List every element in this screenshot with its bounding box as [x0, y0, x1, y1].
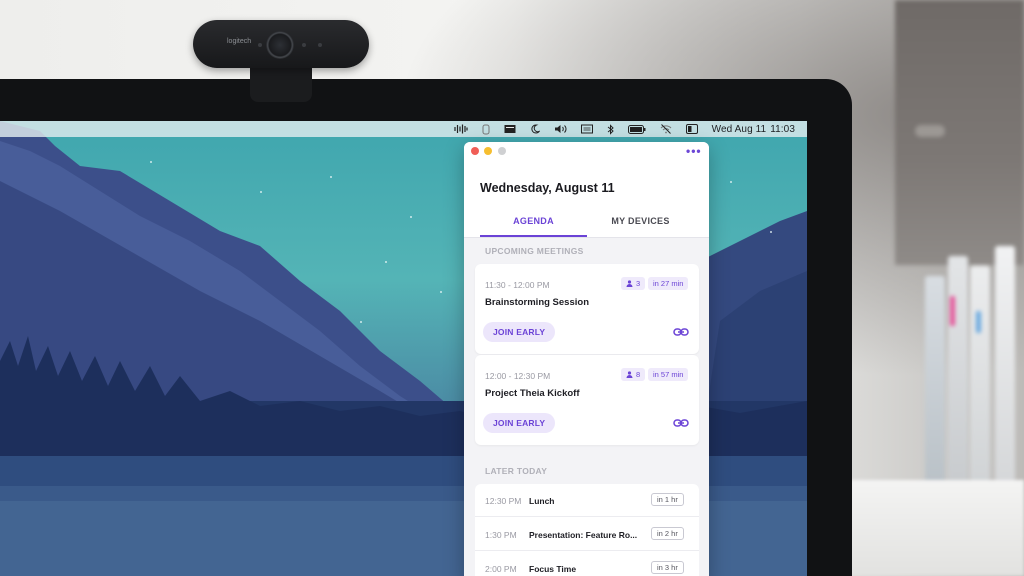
- star: [360, 321, 362, 323]
- display-icon[interactable]: [504, 123, 516, 135]
- list-item[interactable]: 12:30 PM Lunch in 1 hr: [475, 484, 699, 517]
- webcam-sensor-dot: [302, 43, 306, 47]
- link-icon[interactable]: [673, 326, 689, 338]
- volume-icon[interactable]: [554, 123, 567, 135]
- webcam-sensor-dot: [318, 43, 322, 47]
- tab-my-devices[interactable]: MY DEVICES: [587, 216, 694, 226]
- starts-in-badge: in 1 hr: [651, 493, 684, 506]
- bluetooth-icon[interactable]: [607, 123, 614, 135]
- agenda-popover-window: ••• Wednesday, August 11 AGENDA MY DEVIC…: [464, 142, 709, 576]
- list-item[interactable]: 2:00 PM Focus Time in 3 hr: [475, 552, 699, 576]
- background-binder: [948, 256, 968, 496]
- background-shelf: [850, 480, 1024, 576]
- popover-header: ••• Wednesday, August 11 AGENDA MY DEVIC…: [464, 142, 709, 238]
- starts-in-badge: in 27 min: [648, 277, 689, 290]
- system-menu-bar: Wed Aug 11 11:03: [0, 121, 807, 137]
- star: [410, 216, 412, 218]
- zoom-window-button[interactable]: [498, 147, 506, 155]
- webcam-brand: logitech: [227, 38, 252, 45]
- page-title: Wednesday, August 11: [480, 181, 615, 195]
- background-binder: [995, 246, 1015, 496]
- later-today-list: 12:30 PM Lunch in 1 hr 1:30 PM Presentat…: [475, 484, 699, 576]
- event-time: 1:30 PM: [485, 530, 517, 540]
- person-icon: [626, 280, 633, 287]
- menubar-clock[interactable]: Wed Aug 11 11:03: [712, 124, 795, 135]
- door-handle: [915, 125, 945, 137]
- webcam-mount: [250, 62, 312, 102]
- battery-icon[interactable]: [627, 123, 646, 135]
- starts-in-badge: in 3 hr: [651, 561, 684, 574]
- join-early-button[interactable]: JOIN EARLY: [483, 413, 556, 433]
- meeting-time: 11:30 - 12:00 PM: [485, 280, 550, 290]
- meeting-card[interactable]: 11:30 - 12:00 PM 3 in 27 min Brainstormi…: [475, 264, 699, 354]
- event-title: Focus Time: [529, 564, 577, 574]
- upcoming-meetings-heading: UPCOMING MEETINGS: [485, 246, 584, 256]
- event-title: Presentation: Feature Ro...: [529, 530, 638, 540]
- star: [770, 231, 772, 233]
- star: [150, 161, 152, 163]
- background-binder: [925, 276, 945, 496]
- menubar-time: 11:03: [770, 123, 795, 135]
- menubar-date: Wed Aug 11: [711, 123, 767, 135]
- attendee-count: 3: [636, 279, 641, 288]
- meeting-title: Brainstorming Session: [485, 297, 589, 308]
- minimize-window-button[interactable]: [484, 147, 492, 155]
- webcam-indicator-dot: [258, 43, 262, 47]
- close-window-button[interactable]: [471, 147, 479, 155]
- link-icon[interactable]: [673, 417, 689, 429]
- attendee-count: 8: [636, 370, 641, 379]
- webcam-lens: [266, 31, 294, 59]
- later-today-heading: LATER TODAY: [485, 466, 548, 476]
- event-time: 12:30 PM: [485, 496, 522, 506]
- attendee-count-badge: 3: [621, 277, 646, 290]
- moon-icon[interactable]: [530, 123, 540, 135]
- active-tab-indicator: [480, 235, 587, 237]
- star: [385, 261, 387, 263]
- star: [730, 181, 732, 183]
- person-icon: [626, 371, 633, 378]
- join-early-button[interactable]: JOIN EARLY: [483, 322, 556, 342]
- tab-agenda[interactable]: AGENDA: [480, 216, 587, 226]
- clipboard-icon[interactable]: [482, 123, 490, 135]
- star: [440, 291, 442, 293]
- starts-in-badge: in 57 min: [648, 368, 689, 381]
- list-item[interactable]: 1:30 PM Presentation: Feature Ro... in 2…: [475, 518, 699, 551]
- meeting-title: Project Theia Kickoff: [485, 388, 580, 399]
- meeting-time: 12:00 - 12:30 PM: [485, 371, 551, 381]
- control-center-icon[interactable]: [685, 123, 698, 135]
- star: [260, 191, 262, 193]
- event-time: 2:00 PM: [485, 564, 517, 574]
- background-binder: [970, 266, 990, 496]
- wifi-off-icon[interactable]: [660, 123, 672, 135]
- audio-waveform-icon[interactable]: [454, 123, 468, 135]
- starts-in-badge: in 2 hr: [651, 527, 684, 540]
- more-options-icon[interactable]: •••: [686, 144, 702, 158]
- event-title: Lunch: [529, 496, 555, 506]
- star: [330, 176, 332, 178]
- keyboard-icon[interactable]: [580, 123, 593, 135]
- meeting-card[interactable]: 12:00 - 12:30 PM 8 in 57 min Project The…: [475, 355, 699, 445]
- attendee-count-badge: 8: [621, 368, 646, 381]
